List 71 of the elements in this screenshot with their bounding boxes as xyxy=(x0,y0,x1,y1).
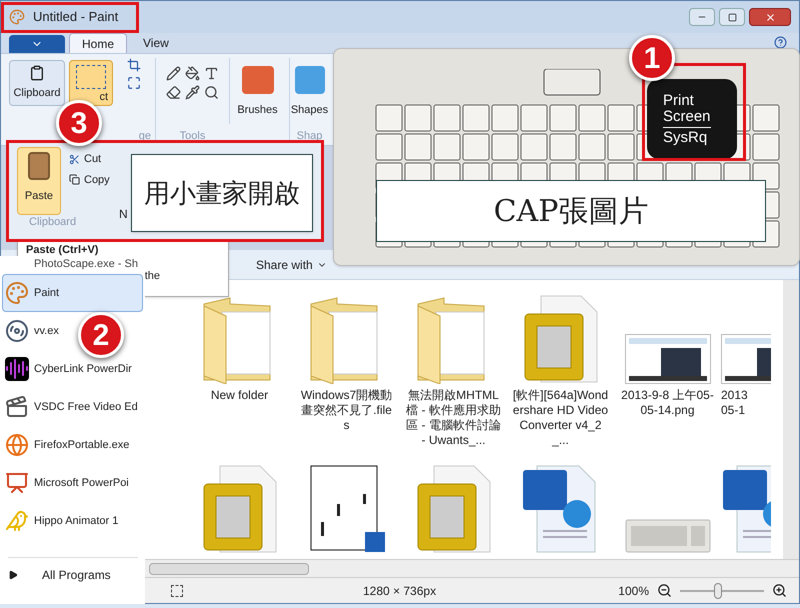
zoom-percent: 100% xyxy=(618,582,649,600)
magnifier-icon[interactable] xyxy=(204,85,219,100)
screenshot-thumbnail-icon xyxy=(721,334,771,384)
eraser-icon[interactable] xyxy=(166,85,181,100)
ribbon-tab[interactable]: View xyxy=(131,33,181,53)
group-label: Clipboard xyxy=(29,215,78,230)
zoom-slider-thumb[interactable] xyxy=(714,582,722,598)
help-icon[interactable] xyxy=(774,36,787,49)
partial-label: N xyxy=(119,206,128,223)
zoom-in-icon[interactable] xyxy=(772,583,787,598)
clipboard-button[interactable]: Clipboard xyxy=(9,60,65,106)
cut-button[interactable]: Cut xyxy=(69,151,110,168)
film-reel-icon xyxy=(5,319,29,343)
color-picker-icon[interactable] xyxy=(185,85,200,100)
program-item[interactable]: Hippo Animator 1 xyxy=(2,502,124,540)
paste-button[interactable]: Paste xyxy=(17,147,61,215)
caption-box: 用小畫家開啟 xyxy=(131,154,313,232)
window-title: Untitled - Paint xyxy=(33,8,118,26)
caption-box: CAP張圖片 xyxy=(376,180,766,242)
number-badge: 2 xyxy=(78,312,124,358)
file-name[interactable]: New folder xyxy=(192,388,288,403)
copy-button[interactable]: Copy xyxy=(69,172,110,188)
clapperboard-icon xyxy=(5,395,29,419)
tooltip-title: Paste (Ctrl+V) xyxy=(25,243,100,256)
brushes-button[interactable]: Brushes xyxy=(229,58,285,124)
palette-icon xyxy=(5,281,29,305)
close-button[interactable] xyxy=(749,8,791,26)
zoom-out-icon[interactable] xyxy=(657,583,672,598)
group-label: Shap xyxy=(296,128,322,144)
key-label: Screen xyxy=(663,108,711,128)
text-icon[interactable] xyxy=(204,66,219,81)
select-button[interactable]: ct xyxy=(69,60,113,106)
presentation-icon xyxy=(5,471,29,495)
file-name[interactable]: 無法開啟MHTML檔 - 軟件應用求助區 - 電腦軟件討論 - Uwants_... xyxy=(406,388,502,448)
arrow-icon xyxy=(8,570,18,580)
menu-item[interactable]: PhotoScape.exe - Sh xyxy=(0,256,138,274)
file-name[interactable]: [軟件][564a]Wondershare HD Video Converter v4_2_... xyxy=(512,388,608,448)
screenshot-thumbnail-icon xyxy=(624,334,710,384)
program-item[interactable]: Paint xyxy=(2,274,143,312)
group-label: Tools xyxy=(180,128,206,144)
copy-icon xyxy=(69,174,80,186)
image-size-text: 1280 × 736px xyxy=(363,582,436,600)
tooltip-text: the xyxy=(144,269,160,284)
toolbar-button[interactable]: Share with xyxy=(256,256,327,274)
bird-icon xyxy=(5,509,29,533)
pencil-icon[interactable] xyxy=(166,66,181,81)
fill-icon[interactable] xyxy=(185,66,200,81)
program-item[interactable]: vv.ex xyxy=(2,312,64,350)
all-programs-link[interactable]: All Programs xyxy=(42,566,111,584)
scissors-icon xyxy=(69,154,80,165)
ribbon-tab[interactable]: Home xyxy=(69,33,128,53)
selection-icon xyxy=(171,584,183,596)
program-item[interactable]: VSDC Free Video Ed xyxy=(2,388,143,426)
crop-icon[interactable] xyxy=(127,58,141,72)
globe-icon xyxy=(5,433,29,457)
key-label: SysRq xyxy=(663,130,708,146)
program-item[interactable]: Microsoft PowerPoi xyxy=(2,464,134,502)
horizontal-scrollbar[interactable] xyxy=(149,562,309,574)
file-name[interactable]: 2013-9-8 上午05-05-14.png xyxy=(620,388,716,418)
word-document-icon xyxy=(721,464,771,554)
program-item[interactable]: FirefoxPortable.exe xyxy=(2,426,134,464)
shapes-button[interactable]: Shapes xyxy=(290,58,328,118)
close-icon xyxy=(764,12,776,22)
key-label: Print xyxy=(663,92,694,108)
sound-bars-icon xyxy=(5,357,29,381)
resize-icon[interactable] xyxy=(127,76,141,90)
file-name[interactable]: Windows7開機動畫突然不見了.files xyxy=(298,388,394,433)
palette-icon xyxy=(9,9,25,25)
maximize-button[interactable] xyxy=(719,8,745,26)
maximize-icon xyxy=(728,12,736,22)
file-name[interactable]: 2013 05-1 xyxy=(721,388,757,418)
